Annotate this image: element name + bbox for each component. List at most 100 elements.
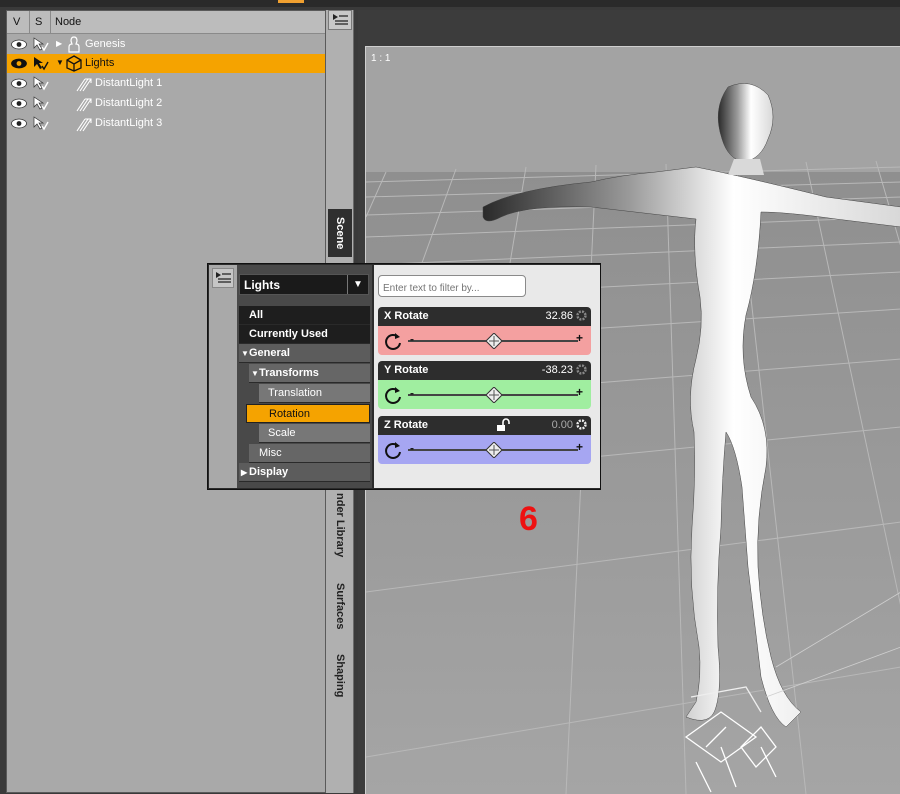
decrement-button[interactable]: - (410, 386, 414, 400)
distant-light-icon (76, 98, 92, 112)
slider-knob[interactable] (486, 442, 502, 458)
category-label: General (249, 347, 290, 359)
increment-button[interactable]: + (576, 385, 583, 399)
eye-icon[interactable] (11, 78, 27, 89)
category-label: Translation (268, 387, 323, 399)
col-visible[interactable]: V (13, 16, 20, 28)
gear-icon[interactable] (575, 363, 588, 376)
category-label: Transforms (259, 367, 319, 379)
slider-header: X Rotate 32.86 (378, 307, 591, 326)
scene-node-distantlight-3[interactable]: DistantLight 3 (7, 114, 325, 133)
tab-surfaces[interactable]: Surfaces (328, 572, 352, 640)
category-label: All (249, 309, 264, 321)
category-label: Scale (268, 427, 296, 439)
category-label: Currently Used (249, 328, 328, 340)
slider-name: Z Rotate (384, 419, 428, 431)
reset-icon[interactable] (383, 440, 403, 460)
tab-shaping[interactable]: Shaping (328, 646, 352, 706)
selectable-icon[interactable] (33, 37, 49, 52)
collapse-arrow-icon[interactable]: ▼ (56, 58, 64, 67)
gear-icon[interactable] (575, 309, 588, 322)
scene-node-distantlight-1[interactable]: DistantLight 1 (7, 74, 325, 93)
pane-left-strip (209, 265, 237, 488)
y-rotate-slider[interactable]: Y Rotate -38.23 - + (378, 361, 591, 409)
expand-arrow-icon[interactable]: ▶ (56, 39, 62, 48)
top-strip (0, 0, 900, 7)
scene-node-distantlight-2[interactable]: DistantLight 2 (7, 94, 325, 113)
category-column: Lights ▼ All Currently Used ▼ General ▼ Tr… (237, 265, 372, 488)
dropdown-arrow-icon[interactable]: ▼ (347, 275, 368, 294)
z-rotate-slider[interactable]: Z Rotate 0.00 - + (378, 416, 591, 464)
scene-node-lights[interactable]: ▼ Lights (7, 54, 325, 73)
unlocked-icon[interactable] (496, 418, 510, 432)
gear-icon[interactable] (575, 418, 588, 431)
eye-icon[interactable] (11, 58, 27, 69)
reset-icon[interactable] (383, 385, 403, 405)
decrement-button[interactable]: - (410, 441, 414, 455)
category-dropdown[interactable]: Lights ▼ (239, 274, 369, 295)
increment-button[interactable]: + (576, 440, 583, 454)
group-cube-icon (66, 55, 82, 72)
tab-render-library[interactable]: nder Library (328, 480, 352, 570)
expand-arrow-icon[interactable]: ▶ (241, 468, 247, 477)
category-translation[interactable]: Translation (259, 384, 370, 403)
category-label: Misc (259, 447, 282, 459)
pane-menu-button[interactable] (328, 10, 352, 30)
slider-name: Y Rotate (384, 364, 429, 376)
category-general[interactable]: ▼ General (239, 344, 370, 363)
increment-button[interactable]: + (576, 331, 583, 345)
slider-value[interactable]: 0.00 (552, 419, 573, 431)
scene-header: V S Node (7, 11, 325, 34)
slider-knob[interactable] (486, 333, 502, 349)
category-rotation[interactable]: Rotation (246, 404, 370, 423)
menu-list-icon (216, 272, 231, 283)
category-display[interactable]: ▶ Display (239, 463, 370, 482)
decrement-button[interactable]: - (410, 332, 414, 346)
selectable-icon[interactable] (33, 96, 49, 111)
eye-icon[interactable] (11, 39, 27, 50)
slider-value[interactable]: 32.86 (545, 310, 573, 322)
tab-scene[interactable]: Scene (328, 209, 352, 257)
category-misc[interactable]: Misc (249, 444, 370, 463)
node-label: Lights (85, 57, 115, 69)
slider-knob[interactable] (486, 387, 502, 403)
property-column: X Rotate 32.86 - + Y Rotate -38.23 (374, 265, 600, 488)
parameters-pane: Lights ▼ All Currently Used ▼ General ▼ Tr… (207, 263, 601, 490)
eye-icon[interactable] (11, 118, 27, 129)
eye-icon[interactable] (11, 98, 27, 109)
distant-light-icon (76, 118, 92, 132)
col-node[interactable]: Node (55, 16, 81, 28)
category-label: Display (249, 466, 289, 478)
menu-list-icon (333, 14, 348, 25)
node-label: DistantLight 3 (95, 117, 163, 129)
col-selectable[interactable]: S (35, 16, 42, 28)
category-dropdown-value: Lights (244, 278, 280, 292)
distant-light-icon (76, 78, 92, 92)
annotation-number: 6 (519, 500, 538, 538)
category-transforms[interactable]: ▼ Transforms (249, 364, 370, 383)
selectable-icon[interactable] (33, 76, 49, 91)
slider-value[interactable]: -38.23 (542, 364, 573, 376)
slider-name: X Rotate (384, 310, 429, 322)
x-rotate-slider[interactable]: X Rotate 32.86 - + (378, 307, 591, 355)
slider-body[interactable]: - + (378, 380, 591, 409)
collapse-arrow-icon[interactable]: ▼ (251, 369, 259, 378)
selectable-icon[interactable] (33, 56, 49, 71)
node-label: DistantLight 2 (95, 97, 163, 109)
category-currently-used[interactable]: Currently Used (239, 325, 370, 344)
slider-body[interactable]: - + (378, 435, 591, 464)
slider-header: Z Rotate 0.00 (378, 416, 591, 435)
node-label: Genesis (85, 38, 126, 50)
selectable-icon[interactable] (33, 116, 49, 131)
viewport-zoom-label: 1 : 1 (371, 53, 391, 64)
category-label: Rotation (269, 408, 310, 420)
reset-icon[interactable] (383, 331, 403, 351)
slider-body[interactable]: - + (378, 326, 591, 355)
collapse-arrow-icon[interactable]: ▼ (241, 349, 249, 358)
pane-menu-button[interactable] (212, 268, 234, 288)
category-scale[interactable]: Scale (259, 424, 370, 443)
category-all[interactable]: All (239, 306, 370, 325)
scene-node-genesis[interactable]: ▶ Genesis (7, 35, 325, 54)
figure-icon (68, 36, 80, 53)
filter-input[interactable] (378, 275, 526, 297)
